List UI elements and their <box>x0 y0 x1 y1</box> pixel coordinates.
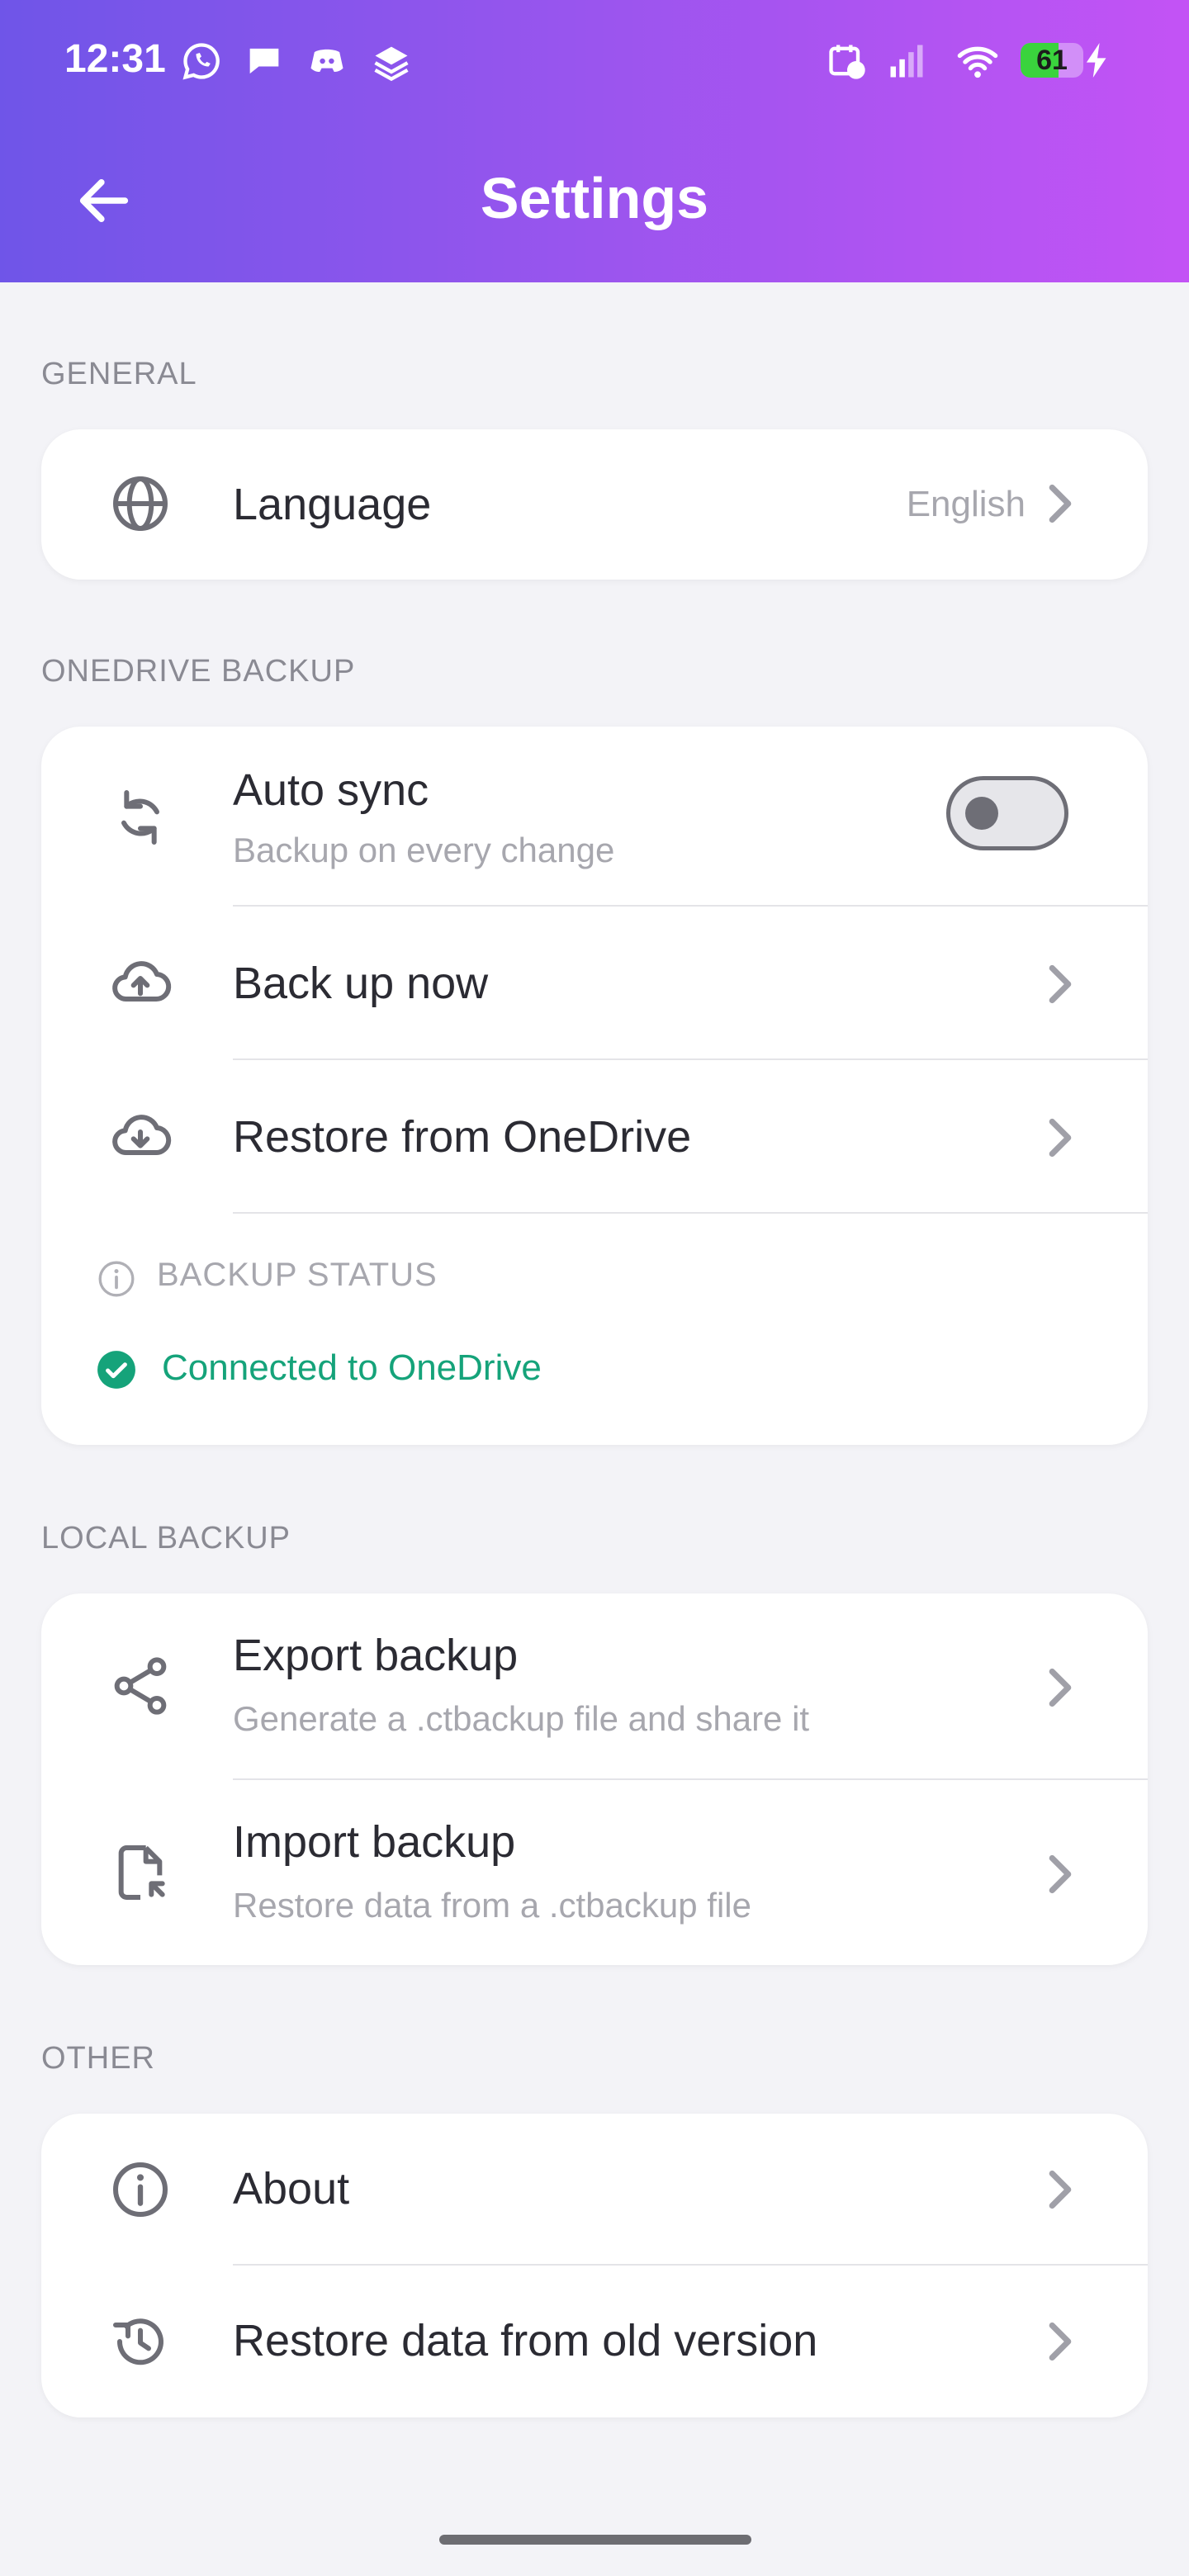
status-bar: 12:31 61 <box>0 0 1189 124</box>
section-label-other: OTHER <box>41 2041 155 2076</box>
restore-old-version-label: Restore data from old version <box>233 2316 818 2365</box>
language-value: English <box>906 484 1026 524</box>
cloud-download-icon <box>112 1115 172 1155</box>
battery-icon: 61 <box>1021 43 1083 78</box>
home-indicator[interactable] <box>439 2535 751 2545</box>
chevron-right-icon <box>1049 2322 1072 2361</box>
section-label-local: LOCAL BACKUP <box>41 1521 291 1556</box>
page-title: Settings <box>480 166 709 230</box>
battery-level: 61 <box>1036 45 1068 76</box>
chevron-right-icon <box>1049 2170 1072 2209</box>
auto-sync-subtitle: Backup on every change <box>233 831 615 869</box>
chevron-right-icon <box>1049 964 1072 1004</box>
sync-icon <box>121 790 159 845</box>
import-backup-label: Import backup <box>233 1817 516 1867</box>
check-circle-icon <box>97 1351 135 1389</box>
file-import-icon <box>118 1845 165 1900</box>
wifi-icon <box>957 46 998 78</box>
signal-icon <box>890 45 923 78</box>
auto-sync-label: Auto sync <box>233 765 429 815</box>
backup-status-text: Connected to OneDrive <box>162 1347 542 1388</box>
card-general: Language English <box>41 429 1148 580</box>
card-local-backup: Export backup Generate a .ctbackup file … <box>41 1593 1148 1965</box>
globe-icon <box>113 476 168 531</box>
section-label-general: GENERAL <box>41 357 197 391</box>
back-up-now-row[interactable]: Back up now <box>41 907 1148 1060</box>
section-label-onedrive: ONEDRIVE BACKUP <box>41 654 356 689</box>
app-header: 12:31 61 Settings <box>0 0 1189 282</box>
calendar-alarm-icon <box>829 45 865 79</box>
restore-onedrive-label: Restore from OneDrive <box>233 1112 692 1162</box>
import-backup-subtitle: Restore data from a .ctbackup file <box>233 1886 751 1925</box>
divider <box>233 1212 1148 1214</box>
whatsapp-icon <box>182 43 220 80</box>
cloud-upload-icon <box>112 961 172 1002</box>
about-row[interactable]: About <box>41 2114 1148 2266</box>
back-up-now-label: Back up now <box>233 959 489 1008</box>
layers-app-icon <box>374 46 409 82</box>
about-label: About <box>233 2164 350 2214</box>
language-row[interactable]: Language English <box>41 429 1148 580</box>
share-icon <box>114 1657 167 1715</box>
backup-status-heading: BACKUP STATUS <box>157 1257 438 1293</box>
auto-sync-row[interactable]: Auto sync Backup on every change <box>41 727 1148 907</box>
info-outline-icon <box>98 1261 135 1297</box>
restore-onedrive-row[interactable]: Restore from OneDrive <box>41 1060 1148 1214</box>
auto-sync-toggle[interactable] <box>946 776 1068 850</box>
export-backup-row[interactable]: Export backup Generate a .ctbackup file … <box>41 1593 1148 1780</box>
card-other: About Restore data from old version <box>41 2114 1148 2417</box>
status-time: 12:31 <box>64 37 166 81</box>
export-backup-subtitle: Generate a .ctbackup file and share it <box>233 1699 810 1738</box>
discord-icon <box>310 49 343 72</box>
info-icon <box>113 2162 168 2217</box>
language-label: Language <box>233 480 432 529</box>
toggle-knob <box>965 797 998 830</box>
import-backup-row[interactable]: Import backup Restore data from a .ctbac… <box>41 1780 1148 1965</box>
restore-old-version-row[interactable]: Restore data from old version <box>41 2266 1148 2417</box>
card-onedrive: Auto sync Backup on every change Back up… <box>41 727 1148 1445</box>
chevron-right-icon <box>1049 1118 1072 1158</box>
chevron-right-icon <box>1049 1668 1072 1707</box>
chat-bubble-icon <box>249 48 279 74</box>
charging-bolt-icon <box>1086 43 1106 78</box>
export-backup-label: Export backup <box>233 1631 519 1680</box>
chevron-right-icon <box>1049 484 1072 523</box>
chevron-right-icon <box>1049 1854 1072 1894</box>
history-icon <box>113 2318 163 2365</box>
